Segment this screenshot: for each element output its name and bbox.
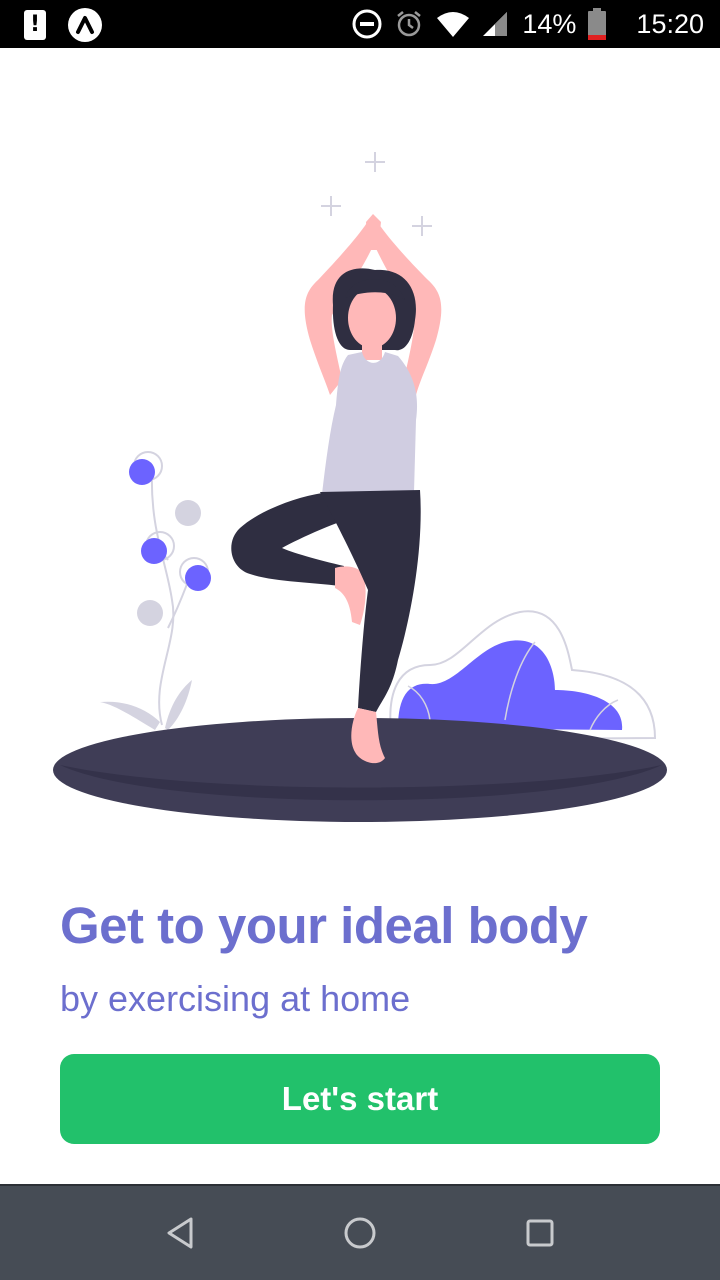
cell-signal-icon: [482, 11, 508, 37]
woman-yoga-tree-pose-illustration: [53, 152, 667, 822]
home-button[interactable]: [300, 1186, 420, 1280]
app-logo-icon: [68, 8, 102, 42]
onboarding-subtitle: by exercising at home: [60, 978, 411, 1019]
clock-time: 15:20: [636, 8, 704, 39]
status-bar: ! 14% 15:20: [0, 0, 720, 48]
do-not-disturb-icon: [352, 9, 382, 39]
exclamation-icon: !: [24, 10, 46, 40]
back-triangle-icon: [167, 1217, 193, 1249]
recents-button[interactable]: [480, 1186, 600, 1280]
home-circle-icon: [344, 1217, 376, 1249]
onboarding-title: Get to your ideal body: [60, 897, 588, 954]
wifi-icon: [436, 10, 470, 38]
battery-percent: 14%: [522, 8, 577, 39]
alarm-icon: [394, 9, 424, 39]
yoga-woman: [231, 214, 442, 764]
system-nav-bar: [0, 1184, 720, 1280]
battery-low-icon: [588, 8, 607, 40]
recents-square-icon: [526, 1219, 554, 1247]
lets-start-button[interactable]: Let's start: [60, 1054, 660, 1144]
back-button[interactable]: [120, 1186, 240, 1280]
flower-plant: [100, 451, 211, 730]
